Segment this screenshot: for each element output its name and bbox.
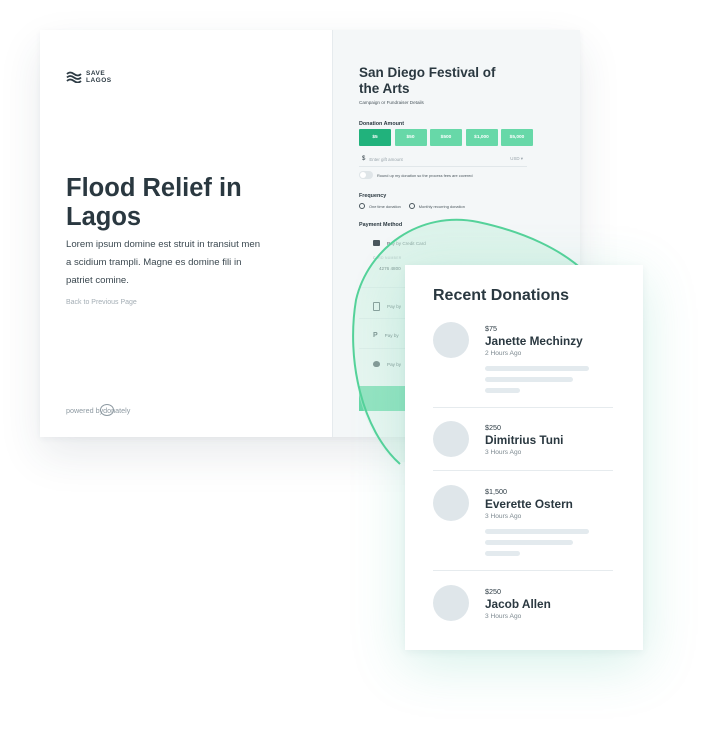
placeholder-bar: [485, 540, 573, 545]
avatar: [433, 485, 469, 521]
list-item[interactable]: $250 Dimitrius Tuni 3 Hours Ago: [433, 421, 615, 461]
placeholder-bar: [485, 366, 589, 371]
donation-time: 3 Hours Ago: [485, 513, 522, 520]
placeholder-bar: [485, 551, 520, 556]
donor-name: Dimitrius Tuni: [485, 433, 564, 447]
divider: [433, 407, 613, 408]
list-item[interactable]: $250 Jacob Allen 3 Hours Ago: [433, 585, 615, 625]
donation-time: 3 Hours Ago: [485, 613, 522, 620]
donation-time: 2 Hours Ago: [485, 350, 522, 357]
recent-donations-title: Recent Donations: [433, 287, 570, 304]
avatar: [433, 322, 469, 358]
donation-amount: $75: [485, 324, 497, 333]
donor-name: Janette Mechinzy: [485, 334, 583, 348]
donation-time: 3 Hours Ago: [485, 449, 522, 456]
placeholder-bar: [485, 388, 520, 393]
list-item[interactable]: $75 Janette Mechinzy 2 Hours Ago: [433, 322, 615, 402]
divider: [433, 470, 613, 471]
list-item[interactable]: $1,500 Everette Ostern 3 Hours Ago: [433, 485, 615, 565]
donation-amount: $250: [485, 587, 501, 596]
donor-name: Jacob Allen: [485, 597, 551, 611]
divider: [433, 570, 613, 571]
donor-name: Everette Ostern: [485, 497, 573, 511]
donation-amount: $250: [485, 423, 501, 432]
recent-donations-card: Recent Donations $75 Janette Mechinzy 2 …: [405, 265, 643, 650]
placeholder-bar: [485, 377, 573, 382]
donation-amount: $1,500: [485, 487, 507, 496]
placeholder-bar: [485, 529, 589, 534]
avatar: [433, 421, 469, 457]
avatar: [433, 585, 469, 621]
